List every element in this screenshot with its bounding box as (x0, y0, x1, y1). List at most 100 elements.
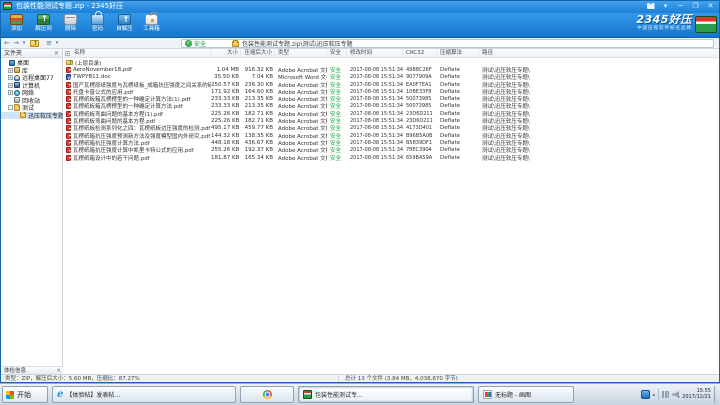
toolbar-button-icon (10, 14, 23, 25)
show-desktop-button[interactable] (714, 386, 718, 403)
file-crc32: 23D6D211 (403, 118, 437, 124)
toolbar-button-label: 解压到 (30, 26, 57, 32)
taskbar-task-button[interactable]: e 【体验帖】发表帖... (52, 386, 236, 403)
health-panel-header[interactable]: 体检信息 ✕ (1, 366, 63, 374)
file-size: 35.50 KB (211, 74, 241, 80)
history-caret-icon[interactable]: ▾ (21, 38, 27, 49)
tree-item-icon (14, 75, 20, 81)
file-method: Deflate (437, 133, 479, 139)
toolbar-button-icon (118, 14, 131, 25)
minimize-button[interactable]: ─ (675, 1, 686, 11)
tree-expander-icon[interactable]: + (8, 90, 13, 95)
file-modified: 2017-08-08 15:51:34 (347, 111, 403, 117)
file-modified: 2017-08-08 15:51:34 (347, 67, 403, 73)
column-header[interactable]: 名称 (64, 49, 211, 58)
task-label: 包装性能测试专... (315, 390, 363, 399)
column-header[interactable]: 安全 (327, 49, 347, 58)
file-type-icon (66, 67, 71, 73)
toolbar-button[interactable]: 删除 (57, 13, 84, 38)
folders-panel-close-icon[interactable]: ✕ (53, 49, 60, 58)
file-size: 181.87 KB (211, 155, 241, 161)
start-button[interactable]: 开始 (2, 386, 48, 403)
forward-button[interactable]: → (12, 38, 20, 49)
tray-app-icon[interactable] (641, 390, 650, 399)
file-type-icon (66, 147, 71, 153)
tree-expander-icon[interactable]: + (8, 75, 13, 80)
alert-badge (678, 396, 681, 399)
taskbar: 开始 e 【体验帖】发表帖... 包装性能测试专... 无标题 - 画图 ▴ 1… (0, 383, 720, 405)
folder-tree-item[interactable]: 回收站 (1, 97, 63, 105)
file-crc32: 50073985 (403, 96, 437, 102)
file-crc32: 49B8C26F (403, 67, 437, 73)
brand-logo: 2345好压 (636, 14, 692, 26)
column-header[interactable]: CRC32 (403, 49, 437, 58)
file-type-icon (66, 103, 71, 109)
folder-tree-item[interactable]: + 库 (1, 67, 63, 75)
skin-button[interactable] (645, 1, 656, 11)
back-button[interactable]: ← (3, 38, 11, 49)
address-path: 包装性能测试专题.zip\测试\迅压软压专题 (242, 39, 353, 48)
task-label: 【体验帖】发表帖... (66, 390, 120, 399)
toolbar-button[interactable]: 密码 (84, 13, 111, 38)
toolbar-button-label: 删除 (57, 26, 84, 32)
task-label: 无标题 - 画图 (495, 390, 531, 399)
file-method: Deflate (437, 89, 479, 95)
taskbar-task-button[interactable]: 包装性能测试专... (298, 386, 474, 403)
file-size: 171.92 KB (211, 89, 241, 95)
file-path: 测试\迅压软压专题\ (479, 154, 567, 162)
tree-expander-icon[interactable]: + (8, 83, 13, 88)
file-row[interactable]: AeroNovember18.pdf 1.04 MB 916.32 KB Ado… (64, 66, 719, 73)
file-crc32: 659BA59A (403, 155, 437, 161)
status-divider (338, 376, 339, 382)
tray-expand-icon[interactable]: ▴ (653, 392, 656, 398)
taskbar-task-button[interactable]: 无标题 - 画图 (478, 386, 574, 403)
folder-tree-item[interactable]: + 计算机 (1, 82, 63, 90)
taskbar-clock[interactable]: 15:55 2017/12/21 (682, 389, 711, 400)
column-header[interactable]: 压缩算法 (437, 49, 479, 58)
columns-expand-icon[interactable]: + (65, 51, 70, 56)
folders-panel: 文件夹 ✕ 桌面 + 库 + 远程桌面77 + 计算机 + 网络 回收站 - 测… (1, 49, 63, 374)
folder-tree-item[interactable]: - 测试 (1, 104, 63, 112)
folder-tree-item[interactable]: 桌面 (1, 59, 63, 67)
tree-expander-icon[interactable]: + (8, 68, 13, 73)
menu-caret-button[interactable]: ▾ (660, 1, 671, 11)
toolbar-button[interactable]: 自解压 (111, 13, 138, 38)
brand-block: 2345好压 中国压缩软件知名品牌 (636, 14, 692, 32)
up-folder-button[interactable] (30, 40, 39, 47)
address-field[interactable]: ✓ 安全 包装性能测试专题.zip\测试\迅压软压专题 (181, 39, 714, 48)
network-icon[interactable] (662, 391, 669, 398)
toolbar-button[interactable]: 工具箱 (138, 13, 165, 38)
folder-tree-item[interactable]: 迅压软压专题 (1, 112, 63, 120)
toolbar-button[interactable]: 解压到 (30, 13, 57, 38)
column-header[interactable]: 路径 (479, 49, 567, 58)
folder-tree-item[interactable]: + 远程桌面77 (1, 74, 63, 82)
file-method: Deflate (437, 140, 479, 146)
restore-button[interactable]: ❐ (690, 1, 701, 11)
security-label: 安全 (194, 39, 206, 48)
toolbar-button[interactable]: 添加 (3, 13, 30, 38)
status-total-files: 总计 13 个文件 (3.84 MB，4,038,870 字节) (345, 375, 458, 383)
file-packed-size: 165.34 KB (241, 155, 275, 161)
file-size: 233.33 KB (211, 96, 241, 102)
column-header[interactable]: 压缩后大小 (241, 49, 275, 58)
column-header[interactable]: 类型 (275, 49, 327, 58)
list-header-row: 名称大小压缩后大小类型安全修改时间CRC32压缩算法路径 (64, 49, 719, 58)
title-bar: 包装性能测试专题.zip - 2345好压 ▾ ─ ❐ ✕ (0, 0, 720, 13)
file-row[interactable]: 瓦楞纸箱设计中的若干问题.pdf 181.87 KB 165.34 KB Ado… (64, 154, 719, 161)
close-button[interactable]: ✕ (705, 1, 716, 11)
file-row[interactable]: (上层目录) (64, 59, 719, 66)
view-mode-button[interactable]: ≡ (45, 38, 53, 49)
file-size: 250.57 KB (211, 82, 241, 88)
status-archive-info: 类型：ZIP，解压后大小：5.60 MB，压缩比：87.27% (5, 375, 140, 383)
column-header[interactable]: 修改时间 (347, 49, 403, 58)
task-app-icon: e (57, 390, 63, 399)
taskbar-task-button[interactable] (240, 386, 294, 403)
tree-item-label: 远程桌面77 (22, 74, 54, 82)
folder-tree-item[interactable]: + 网络 (1, 89, 63, 97)
file-method: Deflate (437, 96, 479, 102)
column-header[interactable]: 大小 (211, 49, 241, 58)
view-caret-icon[interactable]: ▾ (54, 38, 60, 49)
tree-expander-icon[interactable]: - (8, 105, 13, 110)
file-crc32: 78EC3904 (403, 147, 437, 153)
volume-icon[interactable] (672, 391, 679, 398)
